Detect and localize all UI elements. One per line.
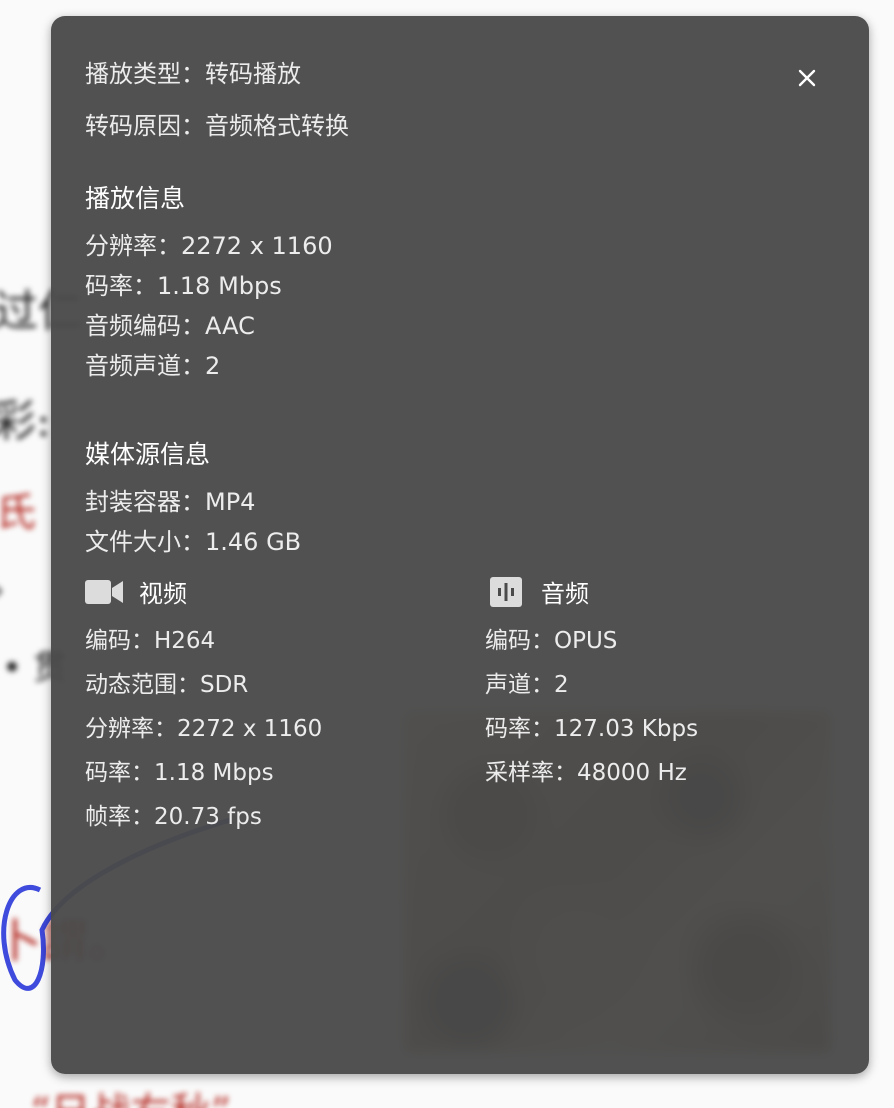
play-type-text: 播放类型：转码播放 (85, 60, 301, 88)
playback-audio-codec-text: 音频编码：AAC (85, 312, 255, 340)
audio-waveform-icon (487, 576, 525, 607)
playback-bitrate-text: 码率：1.18 Mbps (85, 272, 282, 300)
audio-sample-rate-text: 采样率：48000 Hz (485, 760, 687, 786)
audio-channels-text: 声道：2 (485, 672, 569, 698)
background-text-fragment: 彩: (0, 396, 51, 447)
audio-codec-text: 编码：OPUS (485, 628, 618, 654)
video-section-title: 视频 (139, 580, 187, 608)
container-text: 封装容器：MP4 (85, 488, 256, 516)
playback-audio-channels-text: 音频声道：2 (85, 352, 221, 380)
video-framerate-text: 帧率：20.73 fps (85, 804, 262, 830)
background-text-fragment: 氏 (0, 490, 36, 536)
playback-resolution-text: 分辨率：2272 x 1160 (85, 232, 333, 260)
close-button[interactable] (793, 64, 821, 92)
playback-info-heading: 播放信息 (85, 184, 186, 213)
video-codec-text: 编码：H264 (85, 628, 216, 654)
file-size-text: 文件大小：1.46 GB (85, 528, 302, 556)
media-source-heading: 媒体源信息 (85, 440, 211, 469)
video-bitrate-text: 码率：1.18 Mbps (85, 760, 274, 786)
video-section-header: 视频 (85, 574, 187, 609)
audio-bitrate-text: 码率：127.03 Kbps (485, 716, 699, 742)
audio-section-header: 音频 (487, 574, 589, 609)
video-resolution-text: 分辨率：2272 x 1160 (85, 716, 323, 742)
transcode-reason-text: 转码原因：音频格式转换 (85, 112, 349, 140)
video-dynamic-range-text: 动态范围：SDR (85, 672, 249, 698)
background-text-fragment: › (0, 570, 4, 611)
video-camera-icon (85, 577, 123, 607)
close-icon (798, 69, 816, 87)
background-text-fragment: “日战右秋” (30, 1080, 231, 1108)
audio-section-title: 音频 (541, 580, 589, 608)
playback-info-panel: 播放类型：转码播放 转码原因：音频格式转换 播放信息 分辨率：2272 x 11… (51, 16, 869, 1074)
